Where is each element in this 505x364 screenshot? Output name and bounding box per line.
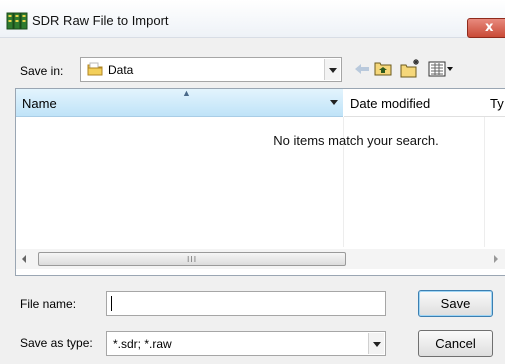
scroll-right-icon[interactable] bbox=[494, 255, 498, 263]
empty-area: No items match your search. bbox=[16, 89, 505, 249]
view-menu-icon[interactable] bbox=[428, 60, 454, 78]
app-icon bbox=[6, 12, 28, 30]
title-bar: SDR Raw File to Import x bbox=[0, 0, 505, 38]
window-title: SDR Raw File to Import bbox=[32, 13, 169, 28]
cancel-button[interactable]: Cancel bbox=[418, 330, 493, 357]
up-folder-icon[interactable] bbox=[373, 58, 393, 78]
horizontal-scrollbar[interactable]: III bbox=[16, 249, 505, 269]
save-in-label: Save in: bbox=[20, 64, 64, 78]
close-button[interactable]: x bbox=[467, 18, 505, 38]
save-dialog: SDR Raw File to Import x Save in: Data N… bbox=[0, 0, 505, 364]
file-name-label: File name: bbox=[20, 297, 77, 311]
folder-icon bbox=[87, 62, 103, 76]
save-button[interactable]: Save bbox=[418, 290, 493, 317]
save-in-dropdown-button[interactable] bbox=[324, 59, 340, 80]
chevron-down-icon bbox=[329, 68, 337, 73]
file-list[interactable]: Name ▲ Date modified Ty No items match y… bbox=[15, 88, 505, 276]
save-as-type-dropdown-button[interactable] bbox=[368, 333, 384, 354]
close-icon: x bbox=[485, 20, 494, 35]
back-arrow-icon[interactable] bbox=[353, 60, 371, 78]
save-in-dropdown[interactable]: Data bbox=[80, 57, 342, 82]
save-as-type-label: Save as type: bbox=[20, 336, 93, 350]
scrollbar-thumb[interactable]: III bbox=[38, 252, 346, 266]
file-name-input[interactable] bbox=[106, 291, 386, 316]
save-as-type-dropdown[interactable]: *.sdr; *.raw bbox=[106, 331, 386, 356]
save-in-value: Data bbox=[108, 63, 134, 77]
scroll-left-icon[interactable] bbox=[22, 255, 26, 263]
save-as-type-value: *.sdr; *.raw bbox=[113, 337, 172, 351]
empty-message: No items match your search. bbox=[273, 133, 439, 148]
scrollbar-grip: III bbox=[187, 255, 198, 264]
chevron-down-icon bbox=[373, 342, 381, 347]
text-caret bbox=[111, 296, 112, 311]
new-folder-icon[interactable] bbox=[399, 57, 421, 79]
